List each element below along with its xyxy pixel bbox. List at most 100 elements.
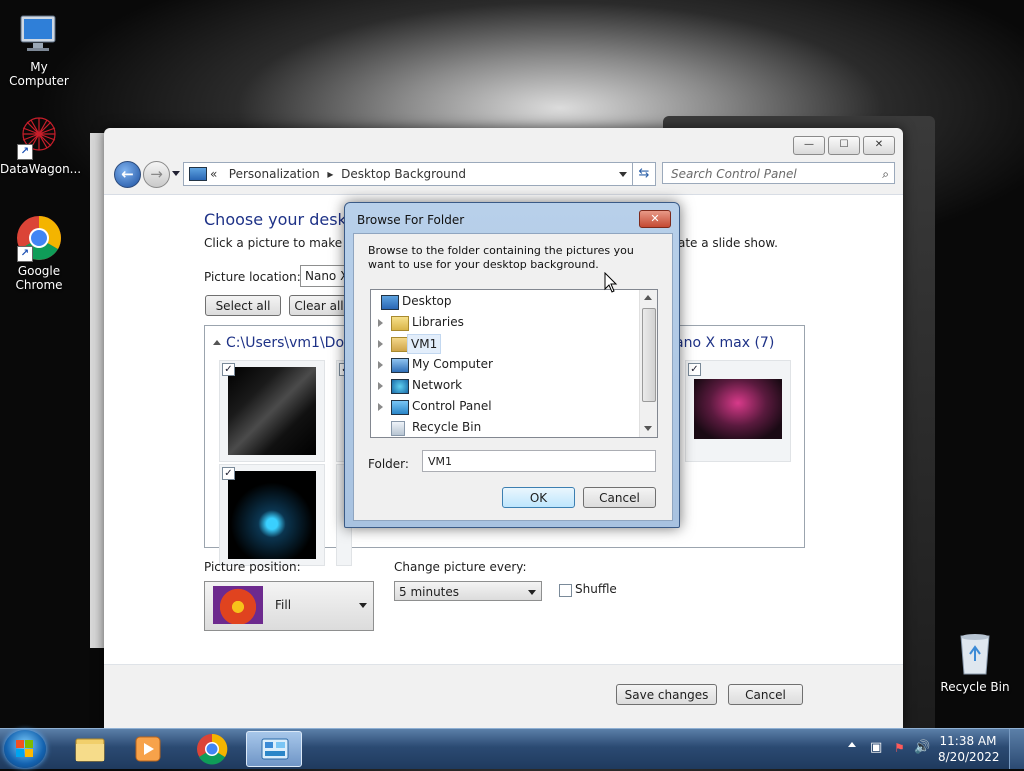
volume-icon[interactable]: 🔊: [914, 740, 930, 756]
tree-item-label: Desktop: [402, 294, 452, 308]
taskbar-explorer[interactable]: [62, 731, 118, 767]
network-icon[interactable]: ▣: [870, 741, 884, 755]
dialog-description: Browse to the folder containing the pict…: [368, 244, 634, 271]
browse-for-folder-dialog: Browse For Folder ✕ Browse to the folder…: [344, 202, 680, 528]
clear-all-button[interactable]: Clear all: [289, 295, 349, 316]
cancel-button[interactable]: Cancel: [583, 487, 656, 508]
desktop-icon-recycle-bin[interactable]: Recycle Bin: [936, 630, 1014, 694]
expand-arrow-icon[interactable]: [378, 319, 383, 327]
back-arrow-icon[interactable]: ←: [114, 161, 141, 188]
desktop-icon-chrome[interactable]: ↗ Google Chrome: [0, 214, 78, 292]
desktop-icon-datawagon[interactable]: ↗ DataWagon...: [0, 112, 82, 176]
chevron-down-icon: [359, 603, 367, 608]
wallpaper-thumbnail[interactable]: ✓: [685, 360, 791, 462]
change-interval-select[interactable]: 5 minutes: [394, 581, 542, 601]
desktop-icon-label: Google Chrome: [15, 264, 63, 292]
recycle-bin-icon: [391, 421, 405, 436]
taskbar-chrome[interactable]: [184, 731, 240, 767]
forward-arrow-icon[interactable]: →: [143, 161, 170, 188]
address-row: ← → « Personalization ▸ Desktop Backgrou…: [114, 161, 895, 188]
tree-scrollbar[interactable]: [639, 290, 657, 437]
wallpaper-image: [694, 379, 782, 439]
windows-logo-icon: [16, 740, 33, 757]
breadcrumb-personalization[interactable]: Personalization: [229, 167, 320, 181]
dialog-title: Browse For Folder: [357, 213, 465, 227]
footer-divider: [104, 664, 903, 665]
clock-date: 8/20/2022: [938, 750, 1000, 764]
action-center-flag-icon[interactable]: ⚑: [894, 741, 908, 755]
desktop-icon-label: My Computer: [9, 60, 69, 88]
picture-location-label: Picture location:: [204, 270, 301, 284]
tree-item-label: Recycle Bin: [412, 420, 482, 434]
address-dropdown-icon[interactable]: [619, 172, 627, 177]
tree-item-label: Network: [412, 378, 463, 392]
picture-position-select[interactable]: Fill: [204, 581, 374, 631]
minimize-button[interactable]: —: [793, 136, 825, 155]
checkbox[interactable]: ✓: [688, 363, 701, 376]
select-all-button[interactable]: Select all: [205, 295, 281, 316]
recycle-bin-icon: [951, 630, 999, 678]
libraries-icon: [391, 316, 409, 331]
scroll-down-icon[interactable]: [644, 426, 652, 431]
wallpaper-thumbnail[interactable]: ✓: [219, 360, 325, 462]
tree-item-label: Control Panel: [412, 399, 492, 413]
chrome-icon: [197, 733, 228, 765]
search-icon[interactable]: ⌕: [882, 163, 889, 185]
taskbar-control-panel[interactable]: [246, 731, 302, 767]
dialog-body: Browse to the folder containing the pict…: [353, 233, 673, 521]
collapse-group-icon[interactable]: [213, 340, 221, 345]
expand-arrow-icon[interactable]: [378, 382, 383, 390]
wallpaper-image: [228, 367, 316, 455]
desktop-icon-label: Recycle Bin: [940, 680, 1010, 694]
show-desktop-button[interactable]: [1009, 729, 1024, 769]
desktop-icon: [381, 295, 399, 310]
shortcut-arrow-icon: ↗: [17, 246, 33, 262]
wallpaper-image: [228, 471, 316, 559]
shuffle-checkbox[interactable]: [559, 584, 572, 597]
dialog-close-button[interactable]: ✕: [639, 210, 671, 228]
group-header-count[interactable]: ano X max (7): [675, 335, 774, 351]
desktop-icon-my-computer[interactable]: My Computer: [0, 10, 78, 88]
expand-arrow-icon[interactable]: [378, 403, 383, 411]
breadcrumb-desktop-background[interactable]: Desktop Background: [341, 167, 466, 181]
network-icon: [391, 379, 409, 394]
address-bar[interactable]: « Personalization ▸ Desktop Background: [183, 162, 634, 186]
shuffle-label[interactable]: Shuffle: [575, 582, 617, 596]
checkbox[interactable]: ✓: [222, 363, 235, 376]
chevron-down-icon: [528, 590, 536, 595]
group-header-path[interactable]: C:\Users\vm1\Dow: [226, 335, 355, 351]
tree-item-label: My Computer: [412, 357, 493, 371]
cancel-button[interactable]: Cancel: [728, 684, 803, 705]
expand-arrow-icon[interactable]: [378, 340, 383, 348]
save-changes-button[interactable]: Save changes: [616, 684, 717, 705]
folder-label: Folder:: [368, 457, 409, 471]
breadcrumb-separator-icon[interactable]: ▸: [327, 167, 333, 181]
scroll-up-icon[interactable]: [644, 295, 652, 300]
wallpaper-thumbnail[interactable]: ✓: [219, 464, 325, 566]
picture-position-value: Fill: [275, 598, 292, 612]
checkbox[interactable]: ✓: [222, 467, 235, 480]
breadcrumb-overflow[interactable]: «: [210, 167, 217, 181]
folder-field[interactable]: VM1: [422, 450, 656, 472]
clock[interactable]: 11:38 AM 8/20/2022: [938, 733, 1000, 765]
recent-pages-dropdown-icon[interactable]: [172, 171, 180, 176]
expand-arrow-icon[interactable]: [378, 361, 383, 369]
taskbar-media-player[interactable]: [120, 731, 176, 767]
flower-preview-image: [213, 586, 263, 624]
show-hidden-icons-icon[interactable]: [848, 742, 856, 747]
control-panel-icon: [189, 167, 207, 181]
shortcut-arrow-icon: ↗: [17, 144, 33, 160]
refresh-icon[interactable]: ⇆: [632, 162, 656, 186]
instruction-text-end: ate a slide show.: [678, 236, 778, 250]
scrollbar-thumb[interactable]: [642, 308, 656, 402]
control-panel-icon: [391, 400, 409, 415]
taskbar: ▣ ⚑ 🔊 11:38 AM 8/20/2022: [0, 728, 1024, 769]
computer-icon: [15, 10, 63, 58]
maximize-button[interactable]: ☐: [828, 136, 860, 155]
search-input[interactable]: Search Control Panel ⌕: [662, 162, 895, 184]
ok-button[interactable]: OK: [502, 487, 575, 508]
start-button[interactable]: [4, 730, 46, 768]
close-button[interactable]: ✕: [863, 136, 895, 155]
desktop-icon-label: DataWagon...: [0, 162, 82, 176]
folder-tree[interactable]: Desktop Libraries VM1 My Computer Networ: [370, 289, 658, 438]
